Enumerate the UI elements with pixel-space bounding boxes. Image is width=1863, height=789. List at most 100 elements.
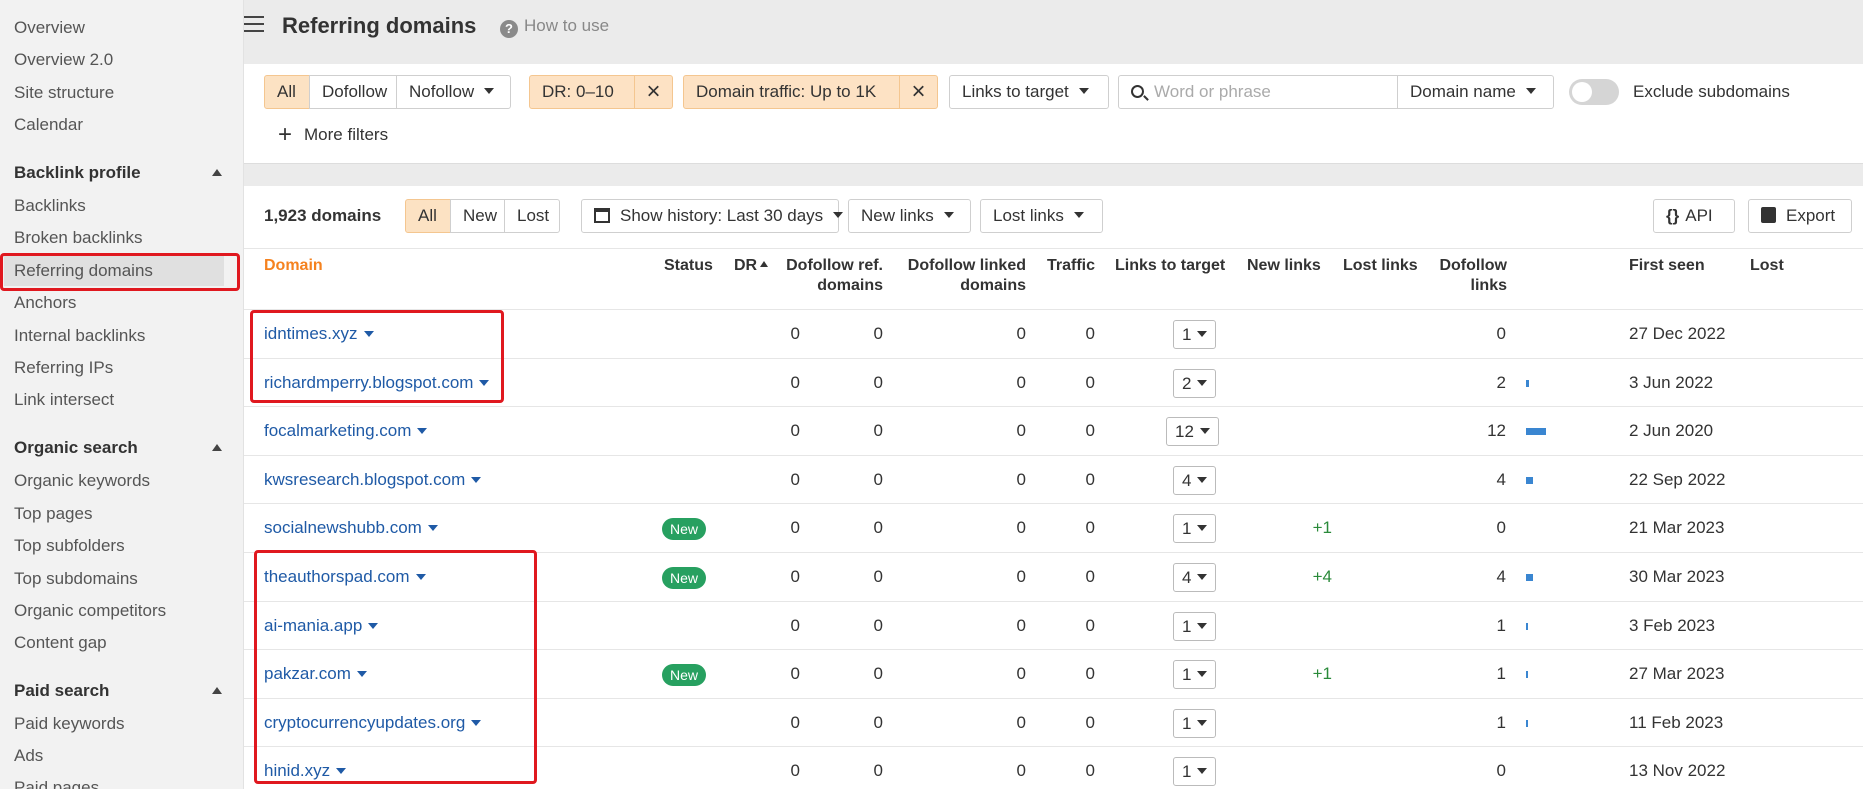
links-to-target-dropdown[interactable]: 4 [1173, 465, 1217, 495]
column-header-links-to-target[interactable]: Links to target [1115, 256, 1225, 276]
sidebar-item-overview-2[interactable]: Overview 2.0 [14, 47, 113, 73]
links-to-target-value: 12 [1175, 422, 1194, 442]
dofollow-links-cell: 0 [1496, 518, 1506, 538]
chevron-down-icon[interactable] [415, 574, 426, 580]
chevron-down-icon[interactable] [471, 719, 482, 726]
api-button[interactable]: {} API [1653, 199, 1735, 233]
dofollow-links-cell: 2 [1496, 372, 1506, 392]
sidebar-item-top-subfolders[interactable]: Top subfolders [14, 533, 125, 559]
dofollow-linked-domains-cell: 0 [1016, 421, 1026, 441]
domain-link[interactable]: kwsresearch.blogspot.com [264, 456, 482, 504]
dofollow-linked-domains-cell: 0 [1016, 761, 1026, 781]
sidebar-item-backlinks[interactable]: Backlinks [14, 193, 86, 219]
traffic-filter-chip[interactable]: Domain traffic: Up to 1K × [683, 75, 938, 109]
chevron-down-icon[interactable] [356, 671, 367, 678]
sidebar-item-anchors[interactable]: Anchors [14, 290, 76, 316]
history-dropdown[interactable]: Show history: Last 30 days [581, 199, 844, 233]
sidebar-item-ads[interactable]: Ads [14, 743, 43, 769]
column-header-traffic[interactable]: Traffic [1047, 256, 1095, 276]
column-header-dofollow-linked-domains[interactable]: Dofollow linked domains [890, 256, 1026, 296]
links-to-target-dropdown[interactable]: 1 [1173, 660, 1217, 690]
sidebar-item-organic-keywords[interactable]: Organic keywords [14, 468, 150, 494]
column-header-dofollow-ref-domains[interactable]: Dofollow ref. domains [770, 256, 883, 296]
more-filters-button[interactable]: + More filters [278, 122, 388, 148]
sidebar-item-top-subdomains[interactable]: Top subdomains [14, 566, 138, 592]
sidebar-item-referring-domains[interactable]: Referring domains [14, 258, 153, 284]
sidebar-item-calendar[interactable]: Calendar [14, 112, 83, 138]
links-to-target-dropdown[interactable]: 2 [1173, 368, 1217, 398]
sidebar-section-organic-search[interactable]: Organic search [14, 435, 222, 461]
sidebar-item-broken-backlinks[interactable]: Broken backlinks [14, 225, 143, 251]
domain-link[interactable]: socialnewshubb.com [264, 504, 438, 552]
links-to-target-dropdown[interactable]: Links to target [949, 75, 1109, 109]
column-header-lost[interactable]: Lost [1750, 256, 1784, 276]
dr-filter-chip[interactable]: DR: 0–10 × [529, 75, 673, 109]
close-icon[interactable]: × [634, 76, 672, 108]
filter-dofollow-button[interactable]: Dofollow [309, 75, 397, 109]
chevron-down-icon [943, 212, 954, 218]
domain-link[interactable]: focalmarketing.com [264, 407, 428, 455]
sidebar-item-paid-keywords[interactable]: Paid keywords [14, 711, 125, 737]
links-to-target-dropdown[interactable]: 1 [1173, 757, 1217, 787]
links-to-target-dropdown[interactable]: 1 [1173, 320, 1217, 349]
sidebar-item-link-intersect[interactable]: Link intersect [14, 387, 114, 413]
sidebar-item-paid-pages[interactable]: Paid pages [14, 775, 99, 789]
filter-nofollow-dropdown[interactable]: Nofollow [396, 75, 511, 109]
links-to-target-value: 1 [1182, 713, 1192, 733]
dofollow-links-cell: 0 [1496, 324, 1506, 343]
links-to-target-dropdown[interactable]: 4 [1173, 563, 1217, 592]
exclude-subdomains-toggle[interactable] [1569, 79, 1619, 105]
domain-link[interactable]: richardmperry.blogspot.com [264, 359, 490, 407]
header-line-1: Dofollow linked [907, 257, 1026, 274]
column-header-domain[interactable]: Domain [264, 256, 323, 276]
sidebar-item-organic-competitors[interactable]: Organic competitors [14, 598, 166, 624]
links-to-target-dropdown[interactable]: 1 [1173, 514, 1217, 544]
domain-link[interactable]: hinid.xyz [264, 747, 347, 789]
links-to-target-dropdown[interactable]: 1 [1173, 611, 1217, 641]
chevron-down-icon[interactable] [336, 768, 347, 775]
sidebar-item-overview[interactable]: Overview [14, 15, 85, 41]
domain-link[interactable]: idntimes.xyz [264, 310, 374, 358]
tab-lost[interactable]: Lost [504, 199, 560, 233]
menu-icon[interactable] [244, 16, 264, 34]
search-input[interactable]: Word or phrase [1118, 75, 1398, 109]
tab-new[interactable]: New [450, 199, 505, 233]
chevron-down-icon[interactable] [368, 622, 379, 629]
how-to-use-link[interactable]: ? How to use [500, 16, 609, 38]
chevron-down-icon[interactable] [471, 476, 482, 483]
new-links-label: New links [861, 206, 934, 225]
domain-link[interactable]: pakzar.com [264, 650, 367, 698]
sidebar-section-paid-search[interactable]: Paid search [14, 678, 222, 704]
close-icon[interactable]: × [899, 76, 937, 108]
export-button[interactable]: Export [1748, 199, 1852, 233]
chevron-down-icon[interactable] [427, 525, 438, 532]
sidebar-section-backlink-profile[interactable]: Backlink profile [14, 160, 222, 186]
search-scope-dropdown[interactable]: Domain name [1397, 75, 1554, 109]
dofollow-links-bar [1526, 671, 1528, 679]
new-links-dropdown[interactable]: New links [848, 199, 971, 233]
sidebar-item-referring-ips[interactable]: Referring IPs [14, 355, 113, 381]
section-title: Organic search [14, 438, 138, 457]
links-to-target-dropdown[interactable]: 12 [1166, 417, 1219, 447]
filter-all-button[interactable]: All [264, 75, 310, 109]
chevron-down-icon[interactable] [363, 331, 374, 337]
column-header-status[interactable]: Status [664, 256, 713, 276]
chevron-down-icon[interactable] [417, 428, 428, 435]
sidebar-item-site-structure[interactable]: Site structure [14, 80, 114, 106]
sidebar-item-top-pages[interactable]: Top pages [14, 501, 92, 527]
column-header-lost-links[interactable]: Lost links [1343, 256, 1418, 276]
sidebar-item-internal-backlinks[interactable]: Internal backlinks [14, 323, 145, 349]
column-header-new-links[interactable]: New links [1247, 256, 1321, 276]
column-header-dr[interactable]: DR [734, 256, 769, 276]
dofollow-ref-domains-cell: 0 [873, 421, 883, 441]
links-to-target-dropdown[interactable]: 1 [1173, 708, 1217, 738]
domain-link[interactable]: ai-mania.app [264, 602, 379, 650]
column-header-dofollow-links[interactable]: Dofollow links [1430, 256, 1507, 296]
chevron-down-icon[interactable] [479, 379, 490, 386]
column-header-first-seen[interactable]: First seen [1629, 256, 1705, 276]
domain-link[interactable]: theauthorspad.com [264, 553, 426, 601]
lost-links-dropdown[interactable]: Lost links [980, 199, 1103, 233]
tab-all[interactable]: All [405, 199, 451, 233]
domain-link[interactable]: cryptocurrencyupdates.org [264, 699, 482, 747]
sidebar-item-content-gap[interactable]: Content gap [14, 630, 107, 656]
